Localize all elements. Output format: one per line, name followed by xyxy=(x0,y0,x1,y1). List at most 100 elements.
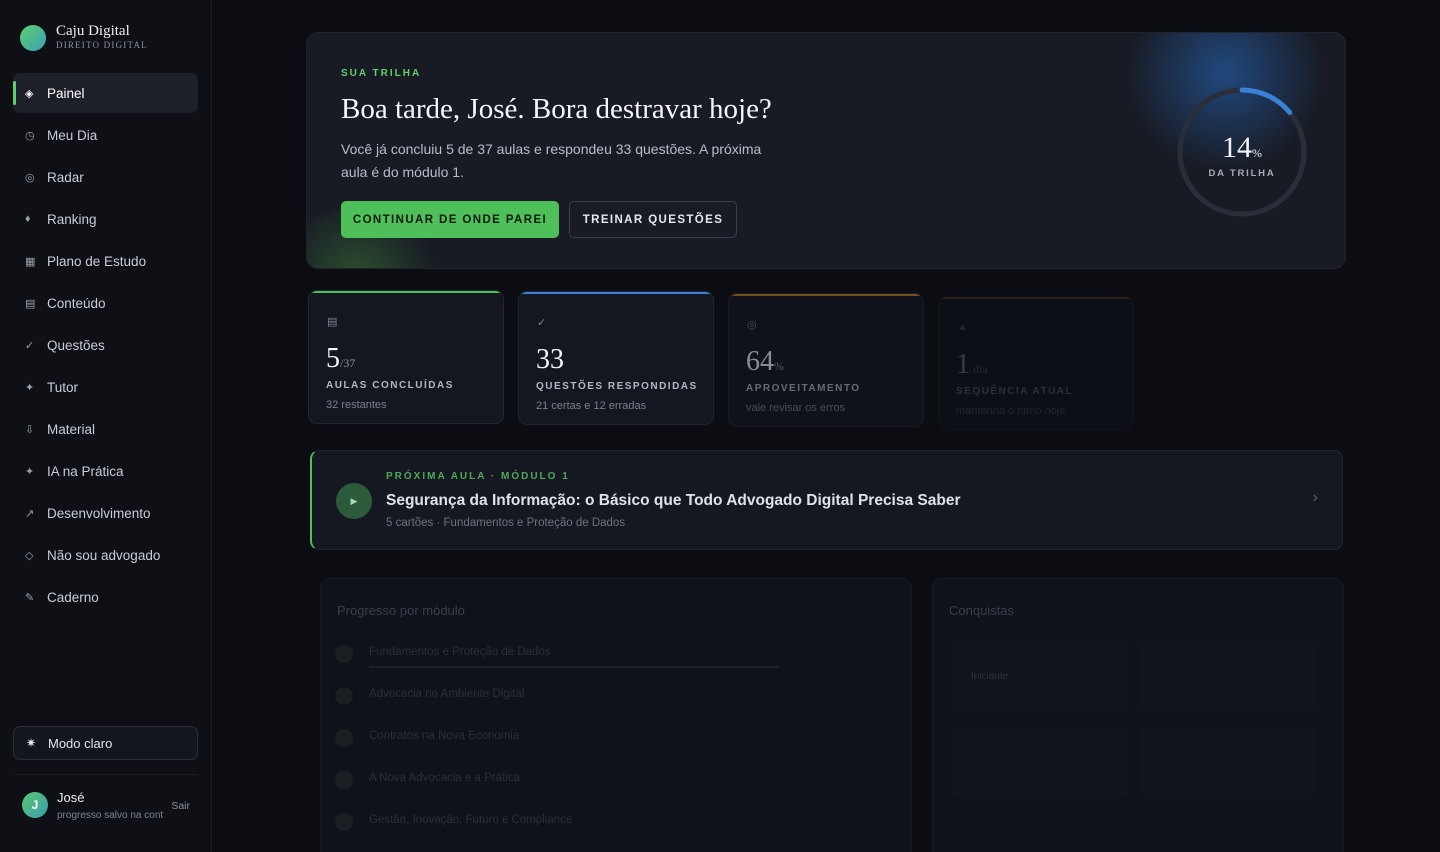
sparkle-icon: ✦ xyxy=(25,381,35,394)
list-item[interactable]: A Nova Advocacia e a Prática xyxy=(335,769,815,789)
achievement-badge[interactable] xyxy=(1139,727,1317,797)
sidebar-item-label: Questões xyxy=(47,337,105,353)
list-item[interactable]: Advocacia no Ambiente Digital xyxy=(335,685,815,705)
clock-icon: ◷ xyxy=(25,129,35,142)
sidebar-item-label: Radar xyxy=(47,169,84,185)
sidebar-item-caderno[interactable]: ✎ Caderno xyxy=(13,577,198,617)
sidebar-item-label: Caderno xyxy=(47,589,99,605)
user-profile: J José progresso salvo na cont Sair xyxy=(22,790,198,824)
sidebar-item-label: Conteúdo xyxy=(47,295,106,311)
practice-questions-button[interactable]: TREINAR QUESTÕES xyxy=(569,201,737,238)
brand-subtitle: DIREITO DIGITAL xyxy=(56,40,148,50)
achievement-badge[interactable] xyxy=(951,727,1129,797)
sidebar-nav: ◈ Painel ◷ Meu Dia ◎ Radar ♦ Ranking ▦ Plano de E… xyxy=(13,73,198,619)
check-icon: ✓ xyxy=(25,339,35,352)
module-progress-bar xyxy=(369,666,779,668)
avatar[interactable]: J xyxy=(22,792,48,818)
achievement-badge[interactable] xyxy=(1139,641,1317,711)
sidebar-item-tutor[interactable]: ✦ Tutor xyxy=(13,367,198,407)
check-icon: ✓ xyxy=(537,317,547,329)
module-status-icon xyxy=(335,645,353,663)
sidebar-item-radar[interactable]: ◎ Radar xyxy=(13,157,198,197)
pen-icon: ✎ xyxy=(25,591,35,604)
stat-label: AULAS CONCLUÍDAS xyxy=(326,380,454,391)
sidebar-item-painel[interactable]: ◈ Painel xyxy=(13,73,198,113)
achievements-panel: Conquistas Iniciante xyxy=(932,578,1344,852)
sidebar-item-label: Desenvolvimento xyxy=(47,505,151,521)
sidebar-item-label: Painel xyxy=(47,85,85,101)
radar-icon: ◎ xyxy=(25,171,35,184)
light-mode-label: Modo claro xyxy=(48,735,113,751)
stat-accent-bar xyxy=(729,294,923,296)
brand[interactable]: Caju Digital DIREITO DIGITAL xyxy=(20,24,148,51)
sidebar-item-label: Material xyxy=(47,421,96,437)
sidebar-divider xyxy=(13,774,198,775)
sidebar-item-nao-sou-advogado[interactable]: ◇ Não sou advogado xyxy=(13,535,198,575)
sidebar-item-label: Não sou advogado xyxy=(47,547,161,563)
flame-icon: ▲ xyxy=(957,321,968,333)
module-status-icon xyxy=(335,687,353,705)
sidebar-item-desenvolvimento[interactable]: ↗ Desenvolvimento xyxy=(13,493,198,533)
document-icon: ▤ xyxy=(25,297,36,310)
calendar-icon: ▦ xyxy=(25,255,36,268)
sidebar-item-label: Ranking xyxy=(47,211,97,227)
next-lesson-eyebrow: PRÓXIMA AULA · MÓDULO 1 xyxy=(386,471,570,482)
light-mode-button[interactable]: ✷ Modo claro xyxy=(13,726,198,760)
sidebar-item-ia-na-pratica[interactable]: ✦ IA na Prática xyxy=(13,451,198,491)
sidebar-item-material[interactable]: ⇩ Material xyxy=(13,409,198,449)
diamond-icon: ◈ xyxy=(25,87,34,100)
module-progress-panel: Progresso por módulo Fundamentos e Prote… xyxy=(320,578,912,852)
module-name: Gestão, Inovação, Futuro e Compliance xyxy=(369,814,573,826)
stat-card[interactable]: ▤ 5/37 AULAS CONCLUÍDAS 32 restantes xyxy=(308,290,504,424)
trend-icon: ↗ xyxy=(25,507,35,520)
chevron-right-icon: › xyxy=(1312,489,1318,506)
stat-subtitle: 21 certas e 12 erradas xyxy=(536,400,647,412)
achievement-badge[interactable]: Iniciante xyxy=(951,641,1129,711)
page-title: Boa tarde, José. Bora destravar hoje? xyxy=(341,93,772,125)
sidebar-item-label: Plano de Estudo xyxy=(47,253,147,269)
stat-card[interactable]: ✓ 33 QUESTÕES RESPONDIDAS 21 certas e 12 er… xyxy=(518,291,714,425)
user-sync-status: progresso salvo na cont xyxy=(57,810,164,821)
sidebar: Caju Digital DIREITO DIGITAL ◈ Painel ◷ Meu… xyxy=(0,0,212,852)
stat-label: APROVEITAMENTO xyxy=(746,383,861,394)
track-progress-ring: 14% DA TRILHA xyxy=(1175,85,1309,219)
stat-accent-bar xyxy=(939,297,1133,299)
module-name: Advocacia no Ambiente Digital xyxy=(369,688,525,700)
stat-label: SEQUÊNCIA ATUAL xyxy=(956,386,1074,397)
stat-accent-bar xyxy=(309,291,503,293)
list-item[interactable]: Gestão, Inovação, Futuro e Compliance xyxy=(335,811,815,831)
stat-value: 1 dia xyxy=(956,349,988,380)
target-icon: ◎ xyxy=(747,319,757,331)
stat-label: QUESTÕES RESPONDIDAS xyxy=(536,381,698,392)
sparkle-icon: ✦ xyxy=(25,465,35,478)
brand-name: Caju Digital xyxy=(56,23,130,39)
play-icon[interactable]: ▶ xyxy=(336,483,372,519)
hero-description: Você já concluiu 5 de 37 aulas e respond… xyxy=(341,141,762,180)
list-item[interactable]: Fundamentos e Proteção de Dados xyxy=(335,643,815,668)
continue-button[interactable]: CONTINUAR DE ONDE PAREI xyxy=(341,201,559,238)
sidebar-item-questoes[interactable]: ✓ Questões xyxy=(13,325,198,365)
next-lesson-card[interactable]: ▶ PRÓXIMA AULA · MÓDULO 1 Segurança da I… xyxy=(310,450,1343,550)
stat-subtitle: vale revisar os erros xyxy=(746,402,846,414)
sidebar-item-ranking[interactable]: ♦ Ranking xyxy=(13,199,198,239)
progress-percent: 14% xyxy=(1222,131,1262,164)
stat-value: 33 xyxy=(536,344,564,375)
module-status-icon xyxy=(335,771,353,789)
stat-card[interactable]: ◎ 64% APROVEITAMENTO vale revisar os erros xyxy=(728,293,924,427)
sun-icon: ✷ xyxy=(26,736,37,750)
list-item[interactable]: Contratos na Nova Economia xyxy=(335,727,815,747)
stat-card[interactable]: ▲ 1 dia SEQUÊNCIA ATUAL mantenha o ritmo ho… xyxy=(938,296,1134,430)
download-icon: ⇩ xyxy=(25,423,35,436)
logout-link[interactable]: Sair xyxy=(171,800,190,812)
hero-eyebrow: SUA TRILHA xyxy=(341,68,422,79)
ranking-icon: ♦ xyxy=(25,213,31,225)
next-lesson-subtitle: 5 cartões · Fundamentos e Proteção de Da… xyxy=(386,517,626,529)
module-name: A Nova Advocacia e a Prática xyxy=(369,772,520,784)
module-name: Fundamentos e Proteção de Dados xyxy=(369,646,551,658)
sidebar-item-label: Meu Dia xyxy=(47,127,98,143)
diamond-outline-icon: ◇ xyxy=(25,549,34,562)
sidebar-item-plano-de-estudo[interactable]: ▦ Plano de Estudo xyxy=(13,241,198,281)
sidebar-item-meu-dia[interactable]: ◷ Meu Dia xyxy=(13,115,198,155)
document-icon: ▤ xyxy=(327,316,338,328)
sidebar-item-conteudo[interactable]: ▤ Conteúdo xyxy=(13,283,198,323)
